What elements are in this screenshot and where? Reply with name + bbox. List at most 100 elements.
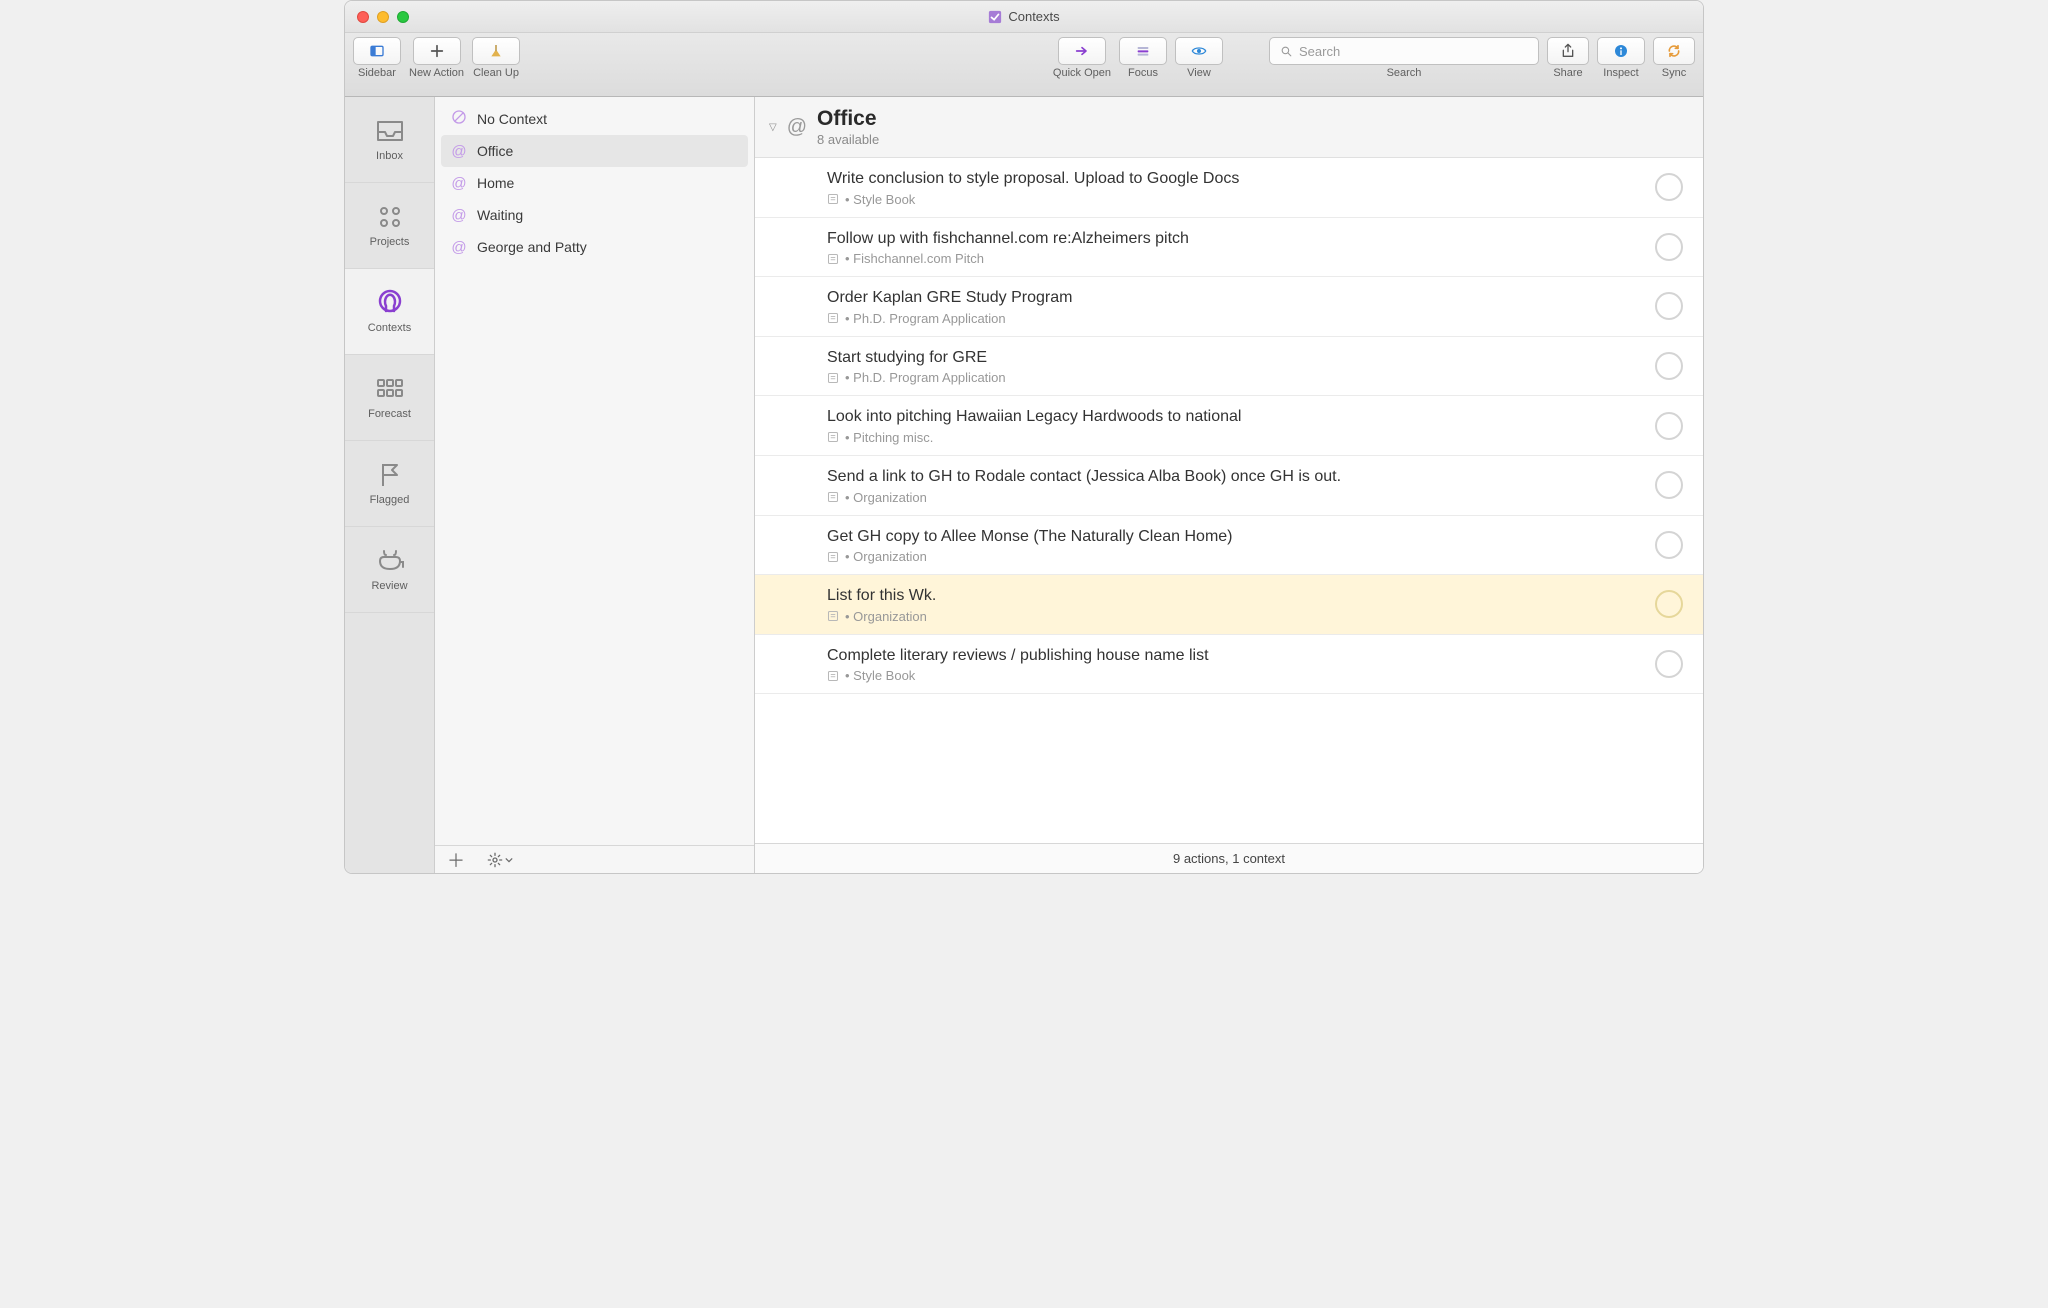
task-complete-checkbox[interactable]: [1655, 650, 1683, 678]
task-complete-checkbox[interactable]: [1655, 531, 1683, 559]
tool-label-new-action: New Action: [409, 67, 464, 79]
app-icon: [988, 10, 1002, 24]
tool-label-share: Share: [1553, 67, 1582, 79]
search-icon: [1280, 45, 1293, 58]
context-item[interactable]: @Home: [441, 167, 748, 199]
app-window: Contexts Sidebar New Action Clean Up: [344, 0, 1704, 874]
traffic-lights: [357, 11, 409, 23]
task-row[interactable]: List for this Wk.• Organization: [755, 575, 1703, 635]
sidebar-gear-menu[interactable]: [487, 852, 513, 868]
rail-label-inbox: Inbox: [376, 150, 403, 162]
task-body: Follow up with fishchannel.com re:Alzhei…: [827, 228, 1643, 267]
tool-label-view: View: [1187, 67, 1211, 79]
inbox-icon: [375, 118, 405, 144]
context-item[interactable]: @ Office: [441, 135, 748, 167]
new-action-button[interactable]: [413, 37, 461, 65]
sync-icon: [1666, 43, 1682, 59]
task-row[interactable]: Send a link to GH to Rodale contact (Jes…: [755, 456, 1703, 516]
task-complete-checkbox[interactable]: [1655, 292, 1683, 320]
task-body: Start studying for GRE• Ph.D. Program Ap…: [827, 347, 1643, 386]
note-icon: [827, 670, 839, 682]
task-complete-checkbox[interactable]: [1655, 352, 1683, 380]
context-item-label: Waiting: [477, 207, 523, 223]
perspective-rail: Inbox Projects Contexts Forecast: [345, 97, 435, 873]
rail-label-forecast: Forecast: [368, 408, 411, 420]
tool-label-clean-up: Clean Up: [473, 67, 519, 79]
tool-quick-open: Quick Open: [1053, 37, 1111, 79]
task-subline: • Style Book: [827, 192, 1643, 207]
task-project: • Pitching misc.: [845, 430, 933, 445]
task-complete-checkbox[interactable]: [1655, 173, 1683, 201]
tool-share: Share: [1547, 37, 1589, 79]
task-subline: • Pitching misc.: [827, 430, 1643, 445]
focus-button[interactable]: [1119, 37, 1167, 65]
sidebar-toggle-button[interactable]: [353, 37, 401, 65]
forecast-icon: [375, 376, 405, 402]
task-complete-checkbox[interactable]: [1655, 233, 1683, 261]
rail-label-flagged: Flagged: [370, 494, 410, 506]
add-context-button[interactable]: ＋: [447, 847, 465, 873]
task-row[interactable]: Order Kaplan GRE Study Program• Ph.D. Pr…: [755, 277, 1703, 337]
context-item[interactable]: No Context: [441, 103, 748, 135]
plus-icon: [429, 43, 445, 59]
context-subtitle: 8 available: [817, 132, 879, 147]
rail-projects[interactable]: Projects: [345, 183, 434, 269]
close-window-button[interactable]: [357, 11, 369, 23]
rail-review[interactable]: Review: [345, 527, 434, 613]
task-complete-checkbox[interactable]: [1655, 412, 1683, 440]
gear-icon: [487, 852, 503, 868]
inspect-button[interactable]: [1597, 37, 1645, 65]
tool-sync: Sync: [1653, 37, 1695, 79]
projects-icon: [375, 204, 405, 230]
tool-clean-up: Clean Up: [472, 37, 520, 79]
task-title: Complete literary reviews / publishing h…: [827, 645, 1643, 667]
tool-view: View: [1175, 37, 1223, 79]
sync-button[interactable]: [1653, 37, 1695, 65]
context-item[interactable]: @George and Patty: [441, 231, 748, 263]
note-icon: [827, 193, 839, 205]
minimize-window-button[interactable]: [377, 11, 389, 23]
task-row[interactable]: Start studying for GRE• Ph.D. Program Ap…: [755, 337, 1703, 397]
task-project: • Fishchannel.com Pitch: [845, 251, 984, 266]
status-text: 9 actions, 1 context: [1173, 851, 1285, 866]
task-row[interactable]: Complete literary reviews / publishing h…: [755, 635, 1703, 695]
tool-label-focus: Focus: [1128, 67, 1158, 79]
task-subline: • Fishchannel.com Pitch: [827, 251, 1643, 266]
quick-open-icon: [1074, 43, 1090, 59]
chevron-down-icon: [505, 856, 513, 864]
main-content: ▽ @ Office 8 available Write conclusion …: [755, 97, 1703, 873]
task-row[interactable]: Write conclusion to style proposal. Uplo…: [755, 158, 1703, 218]
zoom-window-button[interactable]: [397, 11, 409, 23]
clean-up-button[interactable]: [472, 37, 520, 65]
task-project: • Organization: [845, 490, 927, 505]
search-input[interactable]: Search: [1269, 37, 1539, 65]
rail-flagged[interactable]: Flagged: [345, 441, 434, 527]
view-button[interactable]: [1175, 37, 1223, 65]
at-icon: @: [451, 143, 467, 160]
task-project: • Style Book: [845, 192, 915, 207]
rail-contexts[interactable]: Contexts: [345, 269, 434, 355]
quick-open-button[interactable]: [1058, 37, 1106, 65]
tool-label-inspect: Inspect: [1603, 67, 1638, 79]
task-complete-checkbox[interactable]: [1655, 471, 1683, 499]
task-complete-checkbox[interactable]: [1655, 590, 1683, 618]
task-row[interactable]: Get GH copy to Allee Monse (The Naturall…: [755, 516, 1703, 576]
share-icon: [1560, 43, 1576, 59]
review-icon: [375, 548, 405, 574]
task-project: • Organization: [845, 549, 927, 564]
rail-inbox[interactable]: Inbox: [345, 97, 434, 183]
task-body: Send a link to GH to Rodale contact (Jes…: [827, 466, 1643, 505]
task-list: Write conclusion to style proposal. Uplo…: [755, 158, 1703, 843]
at-icon: @: [787, 116, 807, 139]
context-item[interactable]: @Waiting: [441, 199, 748, 231]
task-row[interactable]: Look into pitching Hawaiian Legacy Hardw…: [755, 396, 1703, 456]
rail-forecast[interactable]: Forecast: [345, 355, 434, 441]
note-icon: [827, 312, 839, 324]
at-icon: @: [451, 175, 467, 192]
task-row[interactable]: Follow up with fishchannel.com re:Alzhei…: [755, 218, 1703, 278]
share-button[interactable]: [1547, 37, 1589, 65]
context-item-label: Office: [477, 143, 513, 159]
tool-label-sidebar: Sidebar: [358, 67, 396, 79]
task-subline: • Organization: [827, 549, 1643, 564]
disclosure-triangle[interactable]: ▽: [769, 122, 777, 133]
